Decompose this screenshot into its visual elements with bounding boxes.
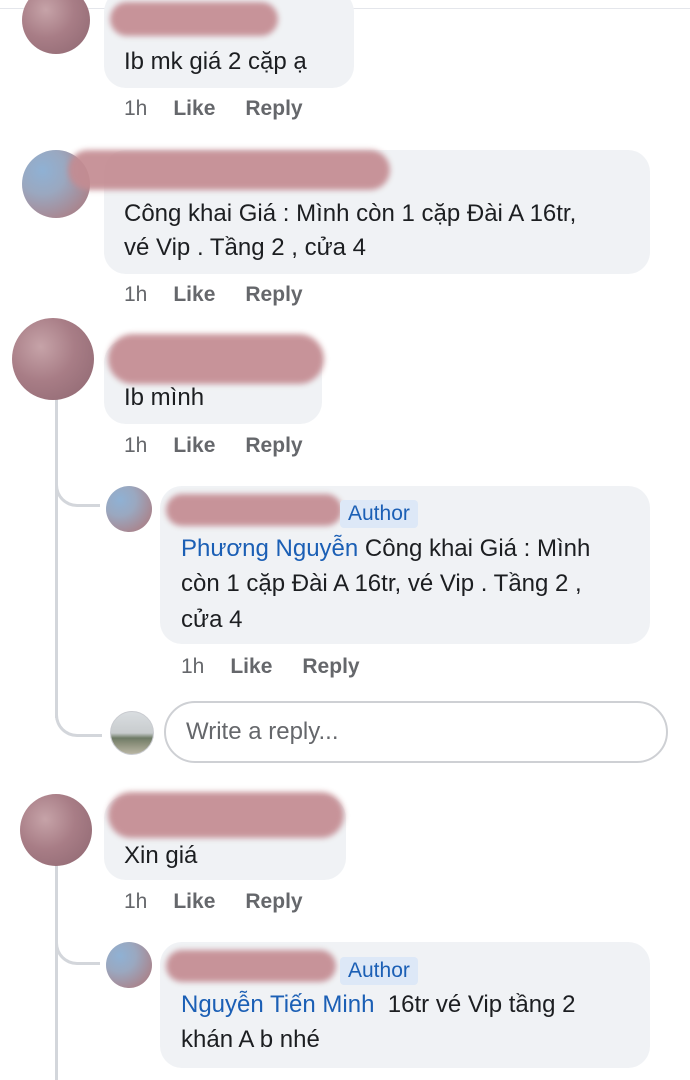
- avatar[interactable]: [12, 318, 94, 400]
- mention-link[interactable]: Phương Nguyễn: [181, 535, 358, 562]
- comment-actions: 1h Like Reply: [124, 97, 303, 121]
- reply-button[interactable]: Reply: [245, 434, 302, 457]
- reply-text: 16tr vé Vip tầng 2: [374, 991, 576, 1018]
- reply-text-line: Nguyễn Tiến Minh 16tr vé Vip tầng 2: [181, 987, 575, 1023]
- timestamp[interactable]: 1h: [181, 655, 204, 678]
- comment-text-line: Công khai Giá : Mình còn 1 cặp Đài A 16t…: [124, 200, 577, 227]
- avatar[interactable]: [22, 0, 90, 54]
- timestamp[interactable]: 1h: [124, 97, 147, 120]
- timestamp[interactable]: 1h: [124, 283, 147, 306]
- thread-connector: [55, 690, 102, 737]
- redacted-username: [108, 792, 344, 838]
- like-button[interactable]: Like: [173, 434, 215, 457]
- reply-button[interactable]: Reply: [302, 655, 359, 678]
- comment-text: Xin giá: [124, 842, 198, 869]
- reply-button[interactable]: Reply: [245, 283, 302, 306]
- avatar[interactable]: [106, 942, 152, 988]
- author-badge: Author: [340, 957, 418, 985]
- like-button[interactable]: Like: [173, 890, 215, 913]
- comment-actions: 1h Like Reply: [124, 890, 303, 914]
- like-button[interactable]: Like: [230, 655, 272, 678]
- thread-line: [55, 398, 58, 718]
- timestamp[interactable]: 1h: [124, 890, 147, 913]
- comment-text-line: vé Vip . Tầng 2 , cửa 4: [124, 234, 366, 261]
- reply-text-line: Phương Nguyễn Công khai Giá : Mình: [181, 531, 590, 567]
- thread-connector: [55, 470, 100, 507]
- redacted-username: [166, 494, 342, 526]
- timestamp[interactable]: 1h: [124, 434, 147, 457]
- author-badge: Author: [340, 500, 418, 528]
- redacted-username: [166, 950, 336, 982]
- write-reply-input[interactable]: Write a reply...: [164, 701, 668, 763]
- like-button[interactable]: Like: [173, 283, 215, 306]
- comment-actions: 1h Like Reply: [124, 434, 303, 458]
- redacted-username: [110, 2, 278, 36]
- like-button[interactable]: Like: [173, 97, 215, 120]
- reply-text-line: còn 1 cặp Đài A 16tr, vé Vip . Tầng 2 ,: [181, 570, 582, 597]
- redacted-username: [68, 150, 390, 190]
- reply-text: Công khai Giá : Mình: [358, 535, 591, 562]
- reply-text-line: cửa 4: [181, 606, 243, 633]
- reply-button[interactable]: Reply: [245, 890, 302, 913]
- reply-button[interactable]: Reply: [245, 97, 302, 120]
- mention-link[interactable]: Nguyễn Tiến Minh: [181, 991, 374, 1018]
- current-user-avatar: [110, 711, 154, 755]
- reply-actions: 1h Like Reply: [181, 655, 360, 679]
- thread-connector: [55, 930, 100, 965]
- comment-text: Ib mk giá 2 cặp ạ: [124, 48, 307, 75]
- avatar[interactable]: [106, 486, 152, 532]
- comment-text: Ib mình: [124, 384, 205, 411]
- redacted-username: [108, 334, 324, 384]
- thread-line: [55, 856, 58, 1080]
- avatar[interactable]: [20, 794, 92, 866]
- reply-text-line: khán A b nhé: [181, 1026, 320, 1053]
- comment-actions: 1h Like Reply: [124, 283, 303, 307]
